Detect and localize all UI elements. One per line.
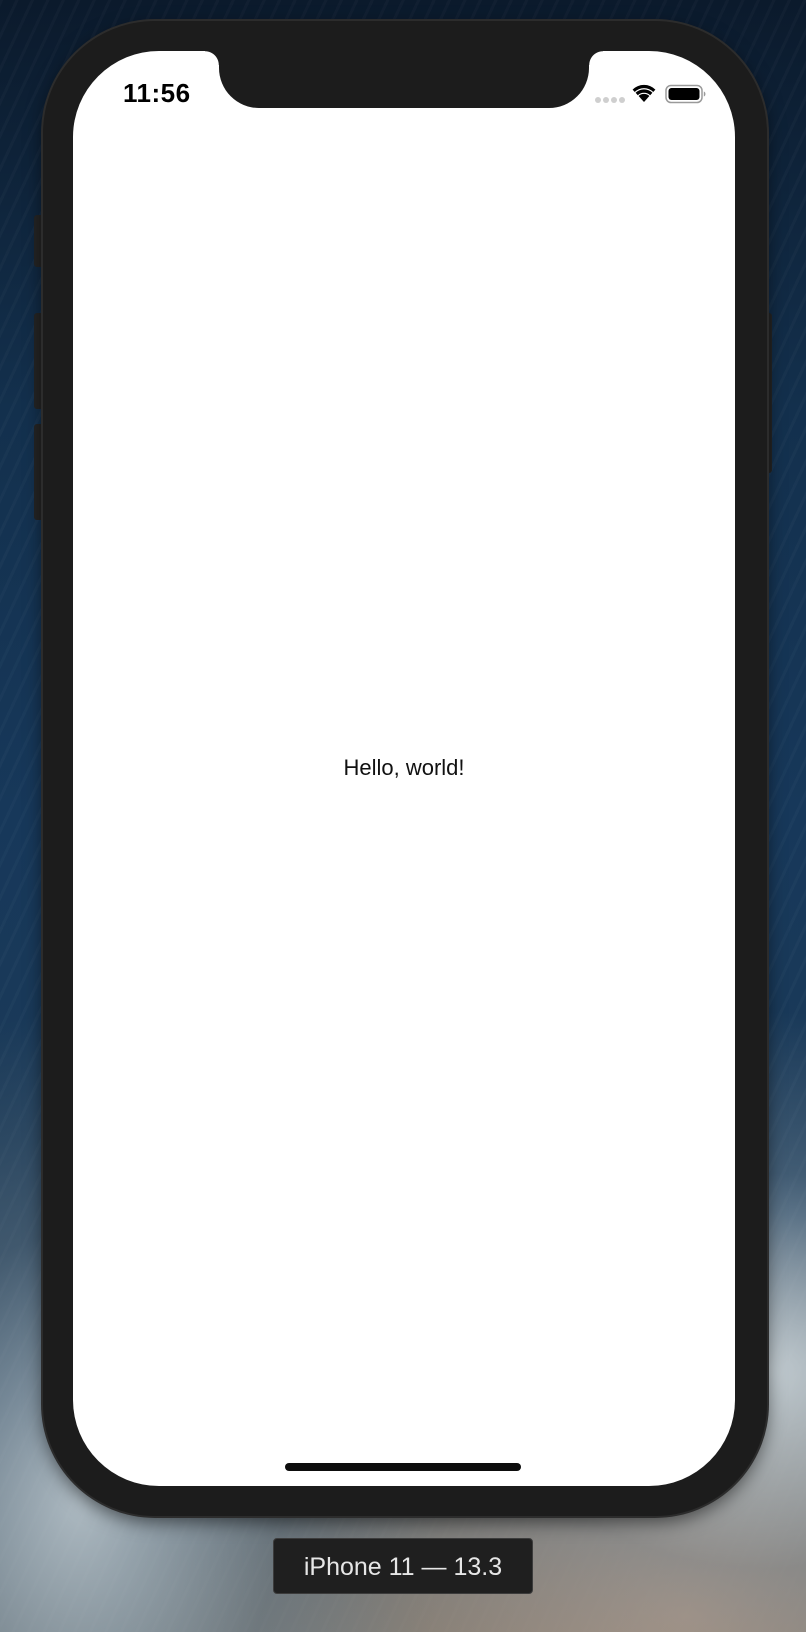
cellular-signal-icon [595, 97, 625, 103]
battery-icon [665, 84, 706, 104]
desktop-wallpaper: 11:56 Hello, world! iPhone 11 — 13.3 [0, 0, 806, 1632]
hello-world-label: Hello, world! [343, 755, 465, 780]
home-indicator[interactable] [285, 1463, 521, 1471]
device-screen[interactable]: 11:56 Hello, world! [73, 51, 735, 1486]
wifi-icon [632, 84, 656, 102]
status-bar-time: 11:56 [123, 78, 191, 108]
notch [205, 51, 603, 108]
simulator-device-label: iPhone 11 — 13.3 [273, 1538, 533, 1594]
iphone-frame: 11:56 Hello, world! [43, 21, 767, 1516]
